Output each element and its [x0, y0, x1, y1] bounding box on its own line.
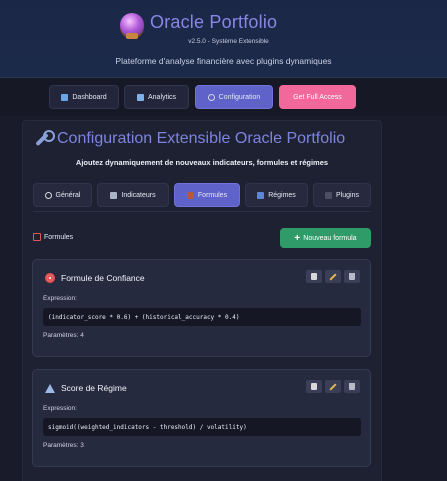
clipboard-icon	[311, 383, 317, 390]
bar-chart-icon	[257, 191, 265, 199]
config-subtitle: Ajoutez dynamiquement de nouveaux indica…	[75, 158, 329, 167]
gear-icon	[207, 93, 215, 101]
expression-label: Expression:	[43, 405, 77, 412]
trash-icon	[349, 273, 355, 280]
app-version: v2.5.0 - Système Extensible	[188, 38, 269, 45]
tab-indicateurs-label: Indicateurs	[121, 191, 156, 199]
abacus-icon	[186, 191, 194, 199]
delete-button[interactable]	[344, 380, 360, 393]
delete-button[interactable]	[344, 270, 360, 283]
crystal-ball-icon	[120, 13, 144, 39]
app-header: Oracle Portfolio v2.5.0 - Système Extens…	[0, 0, 447, 78]
pencil-icon	[329, 382, 337, 391]
nav-analytics-label: Analytics	[147, 93, 176, 101]
triangle-ruler-icon	[45, 383, 55, 393]
abacus-icon	[33, 233, 41, 241]
plus-icon: +	[294, 232, 301, 244]
plug-icon	[325, 191, 333, 199]
tab-plugins[interactable]: Plugins	[313, 183, 371, 207]
tab-indicateurs[interactable]: Indicateurs	[97, 183, 169, 207]
microscope-icon	[110, 191, 118, 199]
formula-card: Formule de Confiance Expression: (indica…	[32, 259, 371, 357]
formula-title: Score de Régime	[45, 383, 127, 393]
nav-dashboard-label: Dashboard	[72, 93, 107, 101]
tabs-divider	[33, 211, 371, 212]
tab-regimes-label: Régimes	[268, 191, 296, 199]
copy-button[interactable]	[306, 270, 322, 283]
main-nav: Dashboard Analytics Configuration Get Fu…	[0, 78, 447, 116]
expression-code: (indicator_score * 0.6) + (historical_ac…	[43, 308, 361, 326]
formula-title: Formule de Confiance	[45, 273, 145, 283]
app-title: Oracle Portfolio	[150, 12, 278, 32]
get-full-access-button[interactable]: Get Full Access	[279, 85, 356, 109]
pencil-icon	[329, 272, 337, 281]
expression-label: Expression:	[43, 295, 77, 302]
new-formula-button[interactable]: + Nouveau formula	[280, 228, 371, 248]
formula-name: Formule de Confiance	[61, 273, 145, 283]
tab-regimes[interactable]: Régimes	[245, 183, 308, 207]
tab-formules-label: Formules	[197, 191, 228, 199]
expression-code: sigmoid((weighted_indicators - threshold…	[43, 418, 361, 436]
formula-params: Paramètres: 4	[43, 332, 84, 339]
get-full-access-label: Get Full Access	[293, 93, 342, 101]
edit-button[interactable]	[325, 270, 341, 283]
formula-actions	[306, 380, 360, 393]
wrench-icon	[33, 130, 55, 148]
nav-analytics[interactable]: Analytics	[124, 85, 189, 109]
config-title: Configuration Extensible Oracle Portfoli…	[33, 130, 345, 148]
formula-card: Score de Régime Expression: sigmoid((wei…	[32, 369, 371, 467]
formula-params: Paramètres: 3	[43, 442, 84, 449]
tab-plugins-label: Plugins	[336, 191, 359, 199]
formula-name: Score de Régime	[61, 383, 127, 393]
nav-configuration[interactable]: Configuration	[195, 85, 273, 109]
trash-icon	[349, 383, 355, 390]
section-title-text: Formules	[44, 233, 74, 241]
formula-actions	[306, 270, 360, 283]
tab-general-label: Général	[55, 191, 81, 199]
clipboard-icon	[311, 273, 317, 280]
tab-formules[interactable]: Formules	[174, 183, 240, 207]
edit-button[interactable]	[325, 380, 341, 393]
tab-general[interactable]: Général	[33, 183, 92, 207]
section-title: Formules	[33, 233, 73, 241]
target-icon	[45, 273, 55, 283]
config-title-text: Configuration Extensible Oracle Portfoli…	[57, 130, 346, 147]
copy-button[interactable]	[306, 380, 322, 393]
new-formula-label: Nouveau formula	[303, 234, 357, 242]
gear-icon	[44, 191, 52, 199]
nav-configuration-label: Configuration	[218, 93, 261, 101]
nav-dashboard[interactable]: Dashboard	[49, 85, 119, 109]
chart-up-icon	[136, 93, 144, 101]
chart-icon	[61, 93, 69, 101]
app-subtitle: Plateforme d'analyse financière avec plu…	[115, 56, 332, 66]
